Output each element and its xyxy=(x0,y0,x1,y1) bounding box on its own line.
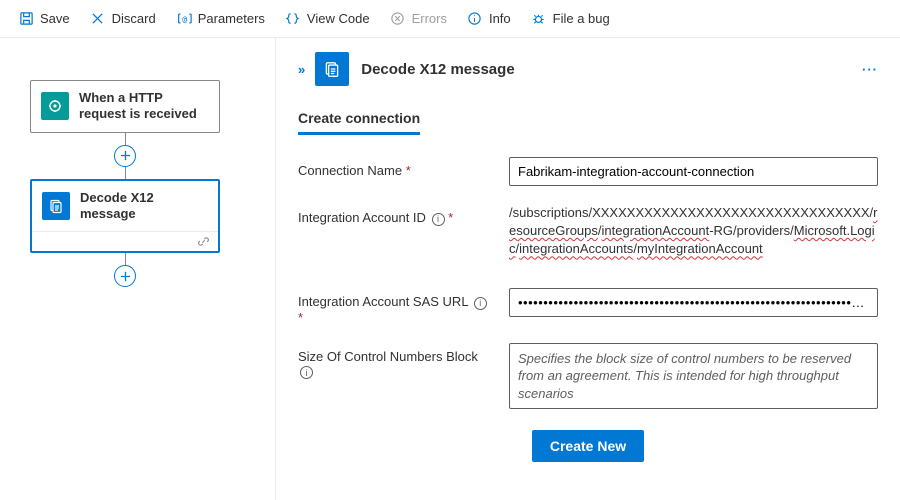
details-panel: » Decode X12 message ··· Create connecti… xyxy=(275,38,900,500)
file-bug-label: File a bug xyxy=(553,11,610,26)
trigger-node[interactable]: When a HTTP request is received xyxy=(30,80,220,133)
link-icon xyxy=(197,235,210,248)
section-tab: Create connection xyxy=(298,110,420,135)
save-label: Save xyxy=(40,11,70,26)
block-size-input[interactable] xyxy=(509,343,878,410)
info-label: Info xyxy=(489,11,511,26)
create-new-button[interactable]: Create New xyxy=(532,430,644,462)
code-icon xyxy=(285,11,301,27)
discard-button[interactable]: Discard xyxy=(82,7,164,31)
info-icon[interactable]: i xyxy=(432,213,445,226)
integration-account-id-label: Integration Account ID i * xyxy=(298,204,493,226)
trigger-node-label: When a HTTP request is received xyxy=(79,90,209,123)
panel-action-icon xyxy=(315,52,349,86)
errors-icon xyxy=(390,11,406,27)
parameters-label: Parameters xyxy=(198,11,265,26)
connection-name-input[interactable] xyxy=(509,157,878,186)
errors-label: Errors xyxy=(412,11,447,26)
http-trigger-icon xyxy=(41,92,69,120)
errors-button: Errors xyxy=(382,7,455,31)
file-bug-button[interactable]: File a bug xyxy=(523,7,618,31)
connector-1 xyxy=(30,133,220,179)
connector-2 xyxy=(30,253,220,287)
block-size-label: Size Of Control Numbers Block i xyxy=(298,343,493,380)
info-icon[interactable]: i xyxy=(474,297,487,310)
action-node[interactable]: Decode X12 message xyxy=(30,179,220,254)
info-icon xyxy=(467,11,483,27)
bug-icon xyxy=(531,11,547,27)
x12-action-icon xyxy=(42,192,70,220)
action-node-label: Decode X12 message xyxy=(80,190,208,223)
save-icon xyxy=(18,11,34,27)
sas-url-input[interactable] xyxy=(509,288,878,317)
workflow-canvas[interactable]: When a HTTP request is received Decode X… xyxy=(0,38,275,500)
parameters-icon: @ xyxy=(176,11,192,27)
collapse-panel-button[interactable]: » xyxy=(298,62,303,77)
discard-icon xyxy=(90,11,106,27)
svg-text:@: @ xyxy=(182,15,187,24)
connection-name-label: Connection Name * xyxy=(298,157,493,178)
add-step-button[interactable] xyxy=(114,145,136,167)
toolbar: Save Discard @ Parameters View Code Erro… xyxy=(0,0,900,38)
info-button[interactable]: Info xyxy=(459,7,519,31)
save-button[interactable]: Save xyxy=(10,7,78,31)
parameters-button[interactable]: @ Parameters xyxy=(168,7,273,31)
add-step-button-2[interactable] xyxy=(114,265,136,287)
view-code-button[interactable]: View Code xyxy=(277,7,378,31)
info-icon[interactable]: i xyxy=(300,366,313,379)
view-code-label: View Code xyxy=(307,11,370,26)
panel-title: Decode X12 message xyxy=(361,61,514,78)
sas-url-label: Integration Account SAS URL i* xyxy=(298,288,493,325)
integration-account-id-input[interactable]: /subscriptions/XXXXXXXXXXXXXXXXXXXXXXXXX… xyxy=(509,204,878,270)
discard-label: Discard xyxy=(112,11,156,26)
panel-more-button[interactable]: ··· xyxy=(862,62,878,77)
